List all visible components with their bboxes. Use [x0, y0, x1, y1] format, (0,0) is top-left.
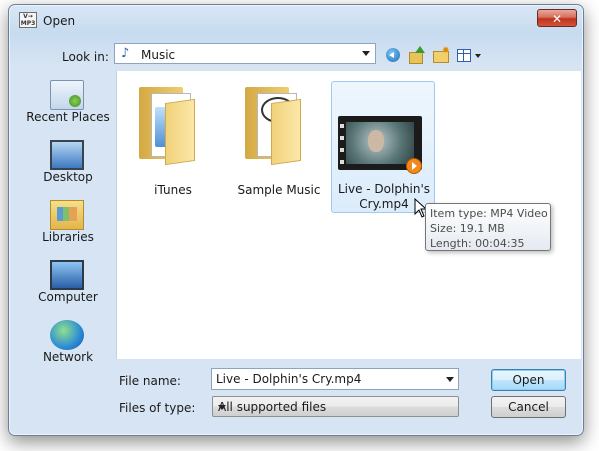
file-item-sample-music[interactable]: Sample Music — [231, 79, 327, 215]
place-label: Network — [42, 350, 94, 364]
folder-icon — [139, 87, 207, 166]
files-of-type-value: All supported files — [218, 400, 327, 414]
file-label: Sample Music — [237, 183, 321, 197]
close-button[interactable]: ✕ — [537, 9, 577, 27]
libraries-icon — [50, 200, 84, 230]
tooltip-length: Length: 00:04:35 — [430, 237, 525, 250]
file-item-itunes[interactable]: iTunes — [125, 79, 221, 215]
files-of-type-dropdown[interactable]: All supported files — [212, 396, 459, 417]
place-label: Computer — [38, 290, 98, 304]
back-icon[interactable] — [384, 46, 402, 64]
place-label: Recent Places — [26, 110, 110, 124]
place-network[interactable]: Network — [26, 312, 110, 368]
chevron-down-icon[interactable] — [446, 377, 454, 382]
network-icon — [50, 320, 84, 350]
chevron-down-icon[interactable] — [362, 51, 370, 56]
file-info-tooltip: Item type: MP4 Video Size: 19.1 MB Lengt… — [425, 203, 551, 251]
place-computer[interactable]: Computer — [26, 252, 110, 308]
look-in-label: Look in: — [62, 50, 109, 64]
look-in-value: Music — [141, 48, 176, 62]
views-menu-icon[interactable] — [456, 46, 486, 64]
file-label-line-1: Live - Dolphin's — [337, 182, 431, 196]
place-recent-places[interactable]: Recent Places — [26, 72, 110, 128]
window-title: Open — [43, 14, 76, 28]
place-label: Desktop — [43, 170, 93, 184]
look-in-dropdown[interactable]: ♪ Music — [114, 43, 376, 64]
file-name-input[interactable] — [211, 368, 459, 390]
play-icon — [406, 158, 422, 174]
up-folder-icon[interactable] — [408, 46, 426, 64]
places-bar: Recent Places Desktop Libraries Computer… — [26, 72, 110, 364]
place-libraries[interactable]: Libraries — [26, 192, 110, 248]
new-folder-icon[interactable]: ✸ — [432, 46, 450, 64]
file-item-dolphins-cry[interactable]: Live - Dolphin's Cry.mp4 — [331, 81, 435, 213]
recent-places-icon — [50, 80, 84, 110]
desktop-icon — [50, 140, 84, 170]
computer-icon — [50, 260, 84, 290]
tooltip-item-type: Item type: MP4 Video — [430, 207, 548, 220]
tooltip-size: Size: 19.1 MB — [430, 222, 505, 235]
chevron-down-icon[interactable] — [218, 405, 226, 410]
cancel-button[interactable]: Cancel — [491, 396, 566, 418]
close-icon: ✕ — [551, 12, 563, 26]
video-thumbnail-icon — [338, 116, 422, 174]
music-note-icon: ♪ — [121, 46, 130, 61]
file-name-label: File name: — [119, 374, 181, 388]
files-of-type-label: Files of type: — [119, 401, 196, 415]
folder-icon — [245, 87, 313, 166]
place-desktop[interactable]: Desktop — [26, 132, 110, 188]
open-button[interactable]: Open — [491, 369, 566, 391]
file-label: iTunes — [154, 183, 192, 197]
place-label: Libraries — [42, 230, 94, 244]
app-icon: V→ MP3 — [19, 12, 37, 28]
title-bar[interactable]: V→ MP3 Open ✕ — [9, 5, 583, 31]
